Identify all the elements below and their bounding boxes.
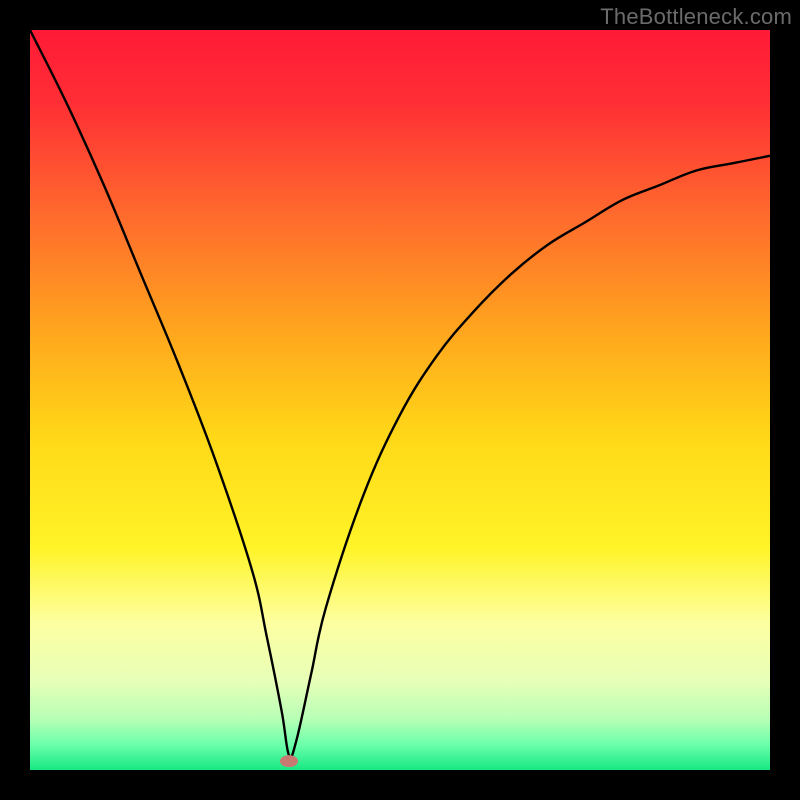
optimum-marker — [280, 755, 298, 767]
chart-frame — [30, 30, 770, 770]
watermark-label: TheBottleneck.com — [600, 4, 792, 30]
bottleneck-chart — [30, 30, 770, 770]
gradient-background — [30, 30, 770, 770]
